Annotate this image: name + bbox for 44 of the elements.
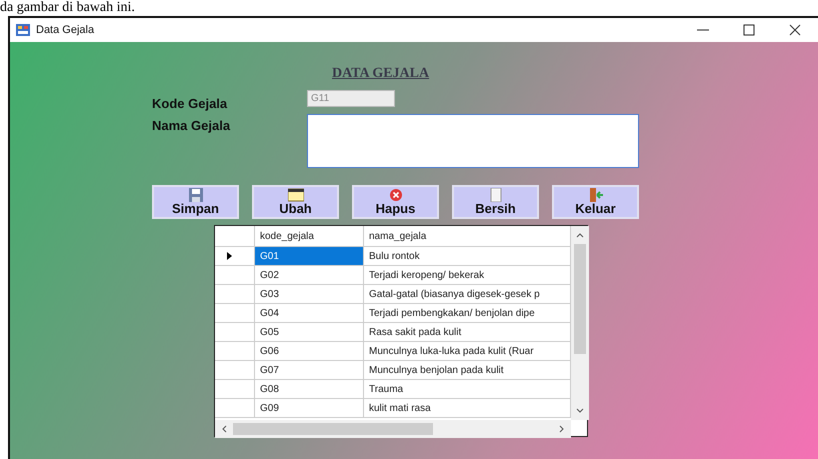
- close-icon[interactable]: [789, 24, 801, 36]
- horizontal-scrollbar[interactable]: [215, 420, 571, 438]
- table-cell[interactable]: Gatal-gatal (biasanya digesek-gesek p: [364, 285, 571, 304]
- blank-page-icon: [488, 188, 504, 202]
- table-cell[interactable]: G04: [255, 304, 364, 323]
- table-cell[interactable]: Terjadi keropeng/ bekerak: [364, 266, 571, 285]
- field-label: Nama Gejala: [152, 118, 232, 133]
- window-title: Data Gejala: [36, 24, 94, 36]
- save-button[interactable]: Simpan: [152, 185, 239, 219]
- scroll-right-icon[interactable]: [559, 425, 565, 433]
- table-cell[interactable]: G07: [255, 361, 364, 380]
- exit-door-icon: [588, 188, 604, 202]
- table-cell[interactable]: Munculnya luka-luka pada kulit (Ruar: [364, 342, 571, 361]
- edit-button[interactable]: Ubah: [252, 185, 339, 219]
- field-label: Kode Gejala: [152, 96, 228, 111]
- form-heading: DATA GEJALA: [332, 66, 430, 82]
- scroll-up-icon[interactable]: [576, 232, 584, 238]
- corner-header: [215, 226, 255, 247]
- delete-icon: [388, 188, 404, 202]
- maximize-icon[interactable]: [743, 24, 755, 36]
- app-icon: [16, 24, 30, 36]
- vertical-scrollbar[interactable]: [571, 226, 589, 420]
- column-header[interactable]: nama_gejala: [364, 226, 571, 247]
- clear-button[interactable]: Bersih: [452, 185, 539, 219]
- window-icon: [288, 188, 304, 202]
- table-cell[interactable]: G03: [255, 285, 364, 304]
- table-cell[interactable]: G09: [255, 399, 364, 418]
- table-cell[interactable]: G02: [255, 266, 364, 285]
- delete-button[interactable]: Hapus: [352, 185, 439, 219]
- scroll-left-icon[interactable]: [221, 425, 227, 433]
- table-cell[interactable]: G06: [255, 342, 364, 361]
- input-field[interactable]: [307, 114, 639, 168]
- scroll-down-icon[interactable]: [576, 408, 584, 414]
- table-cell[interactable]: G08: [255, 380, 364, 399]
- table-cell[interactable]: G05: [255, 323, 364, 342]
- table-cell[interactable]: Terjadi pembengkakan/ benjolan dipe: [364, 304, 571, 323]
- table-cell[interactable]: Rasa sakit pada kulit: [364, 323, 571, 342]
- table-cell[interactable]: Trauma: [364, 380, 571, 399]
- document-text: da gambar di bawah ini.: [0, 0, 135, 16]
- table-cell[interactable]: G01: [255, 247, 364, 266]
- exit-button[interactable]: Keluar: [552, 185, 639, 219]
- table-cell[interactable]: Munculnya benjolan pada kulit: [364, 361, 571, 380]
- table-cell[interactable]: kulit mati rasa: [364, 399, 571, 418]
- table-cell[interactable]: Bulu rontok: [364, 247, 571, 266]
